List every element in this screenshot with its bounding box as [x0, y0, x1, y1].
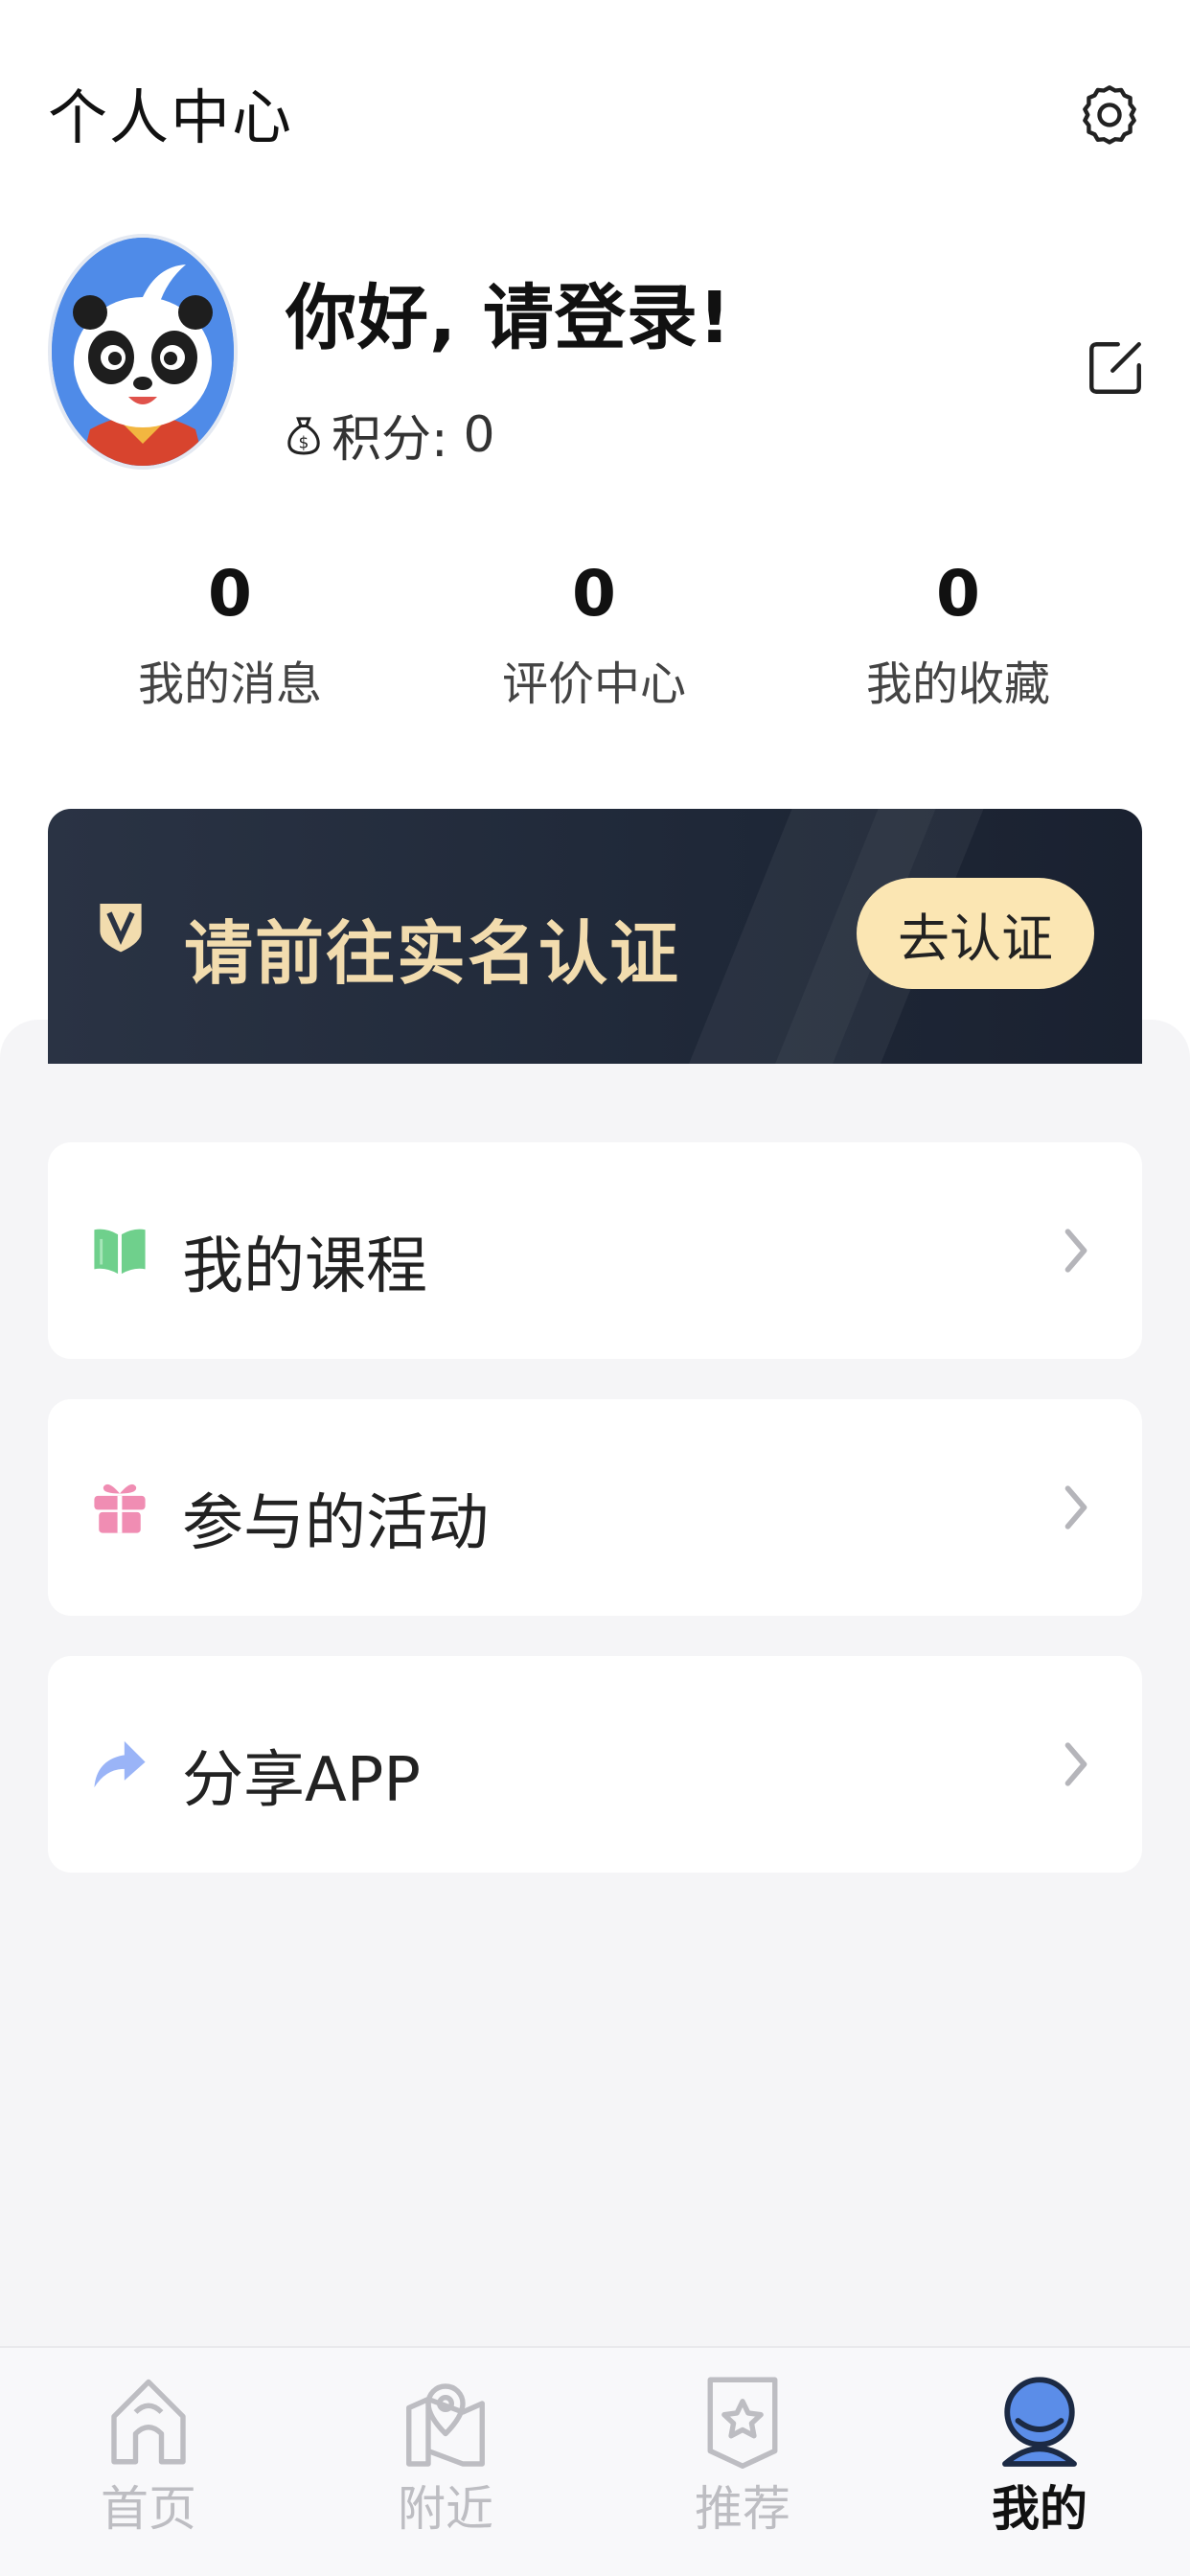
stat-label: 我的消息 [137, 657, 322, 711]
book-icon [94, 1229, 146, 1275]
panda-avatar-icon [52, 238, 234, 466]
menu-label: 分享APP [182, 1745, 421, 1816]
points-row: $ 积分: 0 [286, 399, 495, 471]
stat-messages[interactable]: 0 我的消息 [105, 556, 355, 713]
points-value: 0 [463, 405, 495, 464]
home-icon [111, 2379, 186, 2465]
tab-home[interactable]: 首页 [57, 2373, 240, 2540]
stat-value: 0 [936, 557, 980, 631]
edit-icon [1089, 342, 1141, 394]
menu-item-share-app[interactable]: 分享APP [48, 1656, 1142, 1873]
tab-label: 附近 [398, 2481, 493, 2537]
tab-nearby[interactable]: 附近 [355, 2373, 537, 2540]
tab-me[interactable]: 我的 [949, 2373, 1131, 2540]
tab-label: 推荐 [695, 2481, 790, 2537]
v-shield-icon [100, 904, 142, 953]
chevron-right-icon [1064, 1485, 1087, 1530]
verify-button[interactable]: 去认证 [857, 878, 1094, 989]
star-badge-icon [707, 2377, 778, 2469]
stat-label: 评价中心 [501, 657, 686, 711]
menu-item-courses[interactable]: 我的课程 [48, 1142, 1142, 1359]
stat-favorites[interactable]: 0 我的收藏 [834, 556, 1083, 713]
svg-text:$: $ [299, 433, 309, 452]
location-map-icon [406, 2383, 485, 2467]
stat-label: 我的收藏 [865, 657, 1050, 711]
avatar[interactable] [48, 234, 238, 470]
stat-reviews[interactable]: 0 评价中心 [469, 556, 719, 713]
share-icon [94, 1740, 146, 1788]
bottom-tab-bar: 首页 附近 推荐 我的 [0, 2346, 1190, 2576]
verify-text: 请前往实名认证 [184, 912, 681, 994]
tab-recommend[interactable]: 推荐 [652, 2373, 834, 2540]
points-label: 积分: [332, 411, 448, 469]
settings-button[interactable] [1075, 73, 1144, 155]
menu-label: 我的课程 [182, 1231, 427, 1302]
verify-banner[interactable]: 请前往实名认证 去认证 [48, 809, 1142, 1064]
chevron-right-icon [1064, 1229, 1087, 1273]
stat-value: 0 [208, 557, 252, 631]
gift-icon [94, 1484, 146, 1533]
gear-icon [1083, 85, 1136, 145]
tab-label: 首页 [101, 2481, 196, 2537]
tab-label: 我的 [992, 2481, 1087, 2537]
menu-label: 参与的活动 [182, 1488, 489, 1559]
page-title: 个人中心 [48, 82, 294, 152]
profile-page: 个人中心 你好, 请登录! $ 积分: 0 0 我的消息 0 评价中心 0 我的… [0, 0, 1190, 2576]
money-bag-icon: $ [287, 416, 320, 455]
user-icon [1002, 2377, 1077, 2467]
chevron-right-icon [1064, 1742, 1087, 1786]
menu-item-activities[interactable]: 参与的活动 [48, 1399, 1142, 1616]
login-greeting[interactable]: 你好, 请登录! [286, 261, 732, 363]
stat-value: 0 [572, 557, 616, 631]
edit-profile-button[interactable] [1081, 330, 1150, 406]
